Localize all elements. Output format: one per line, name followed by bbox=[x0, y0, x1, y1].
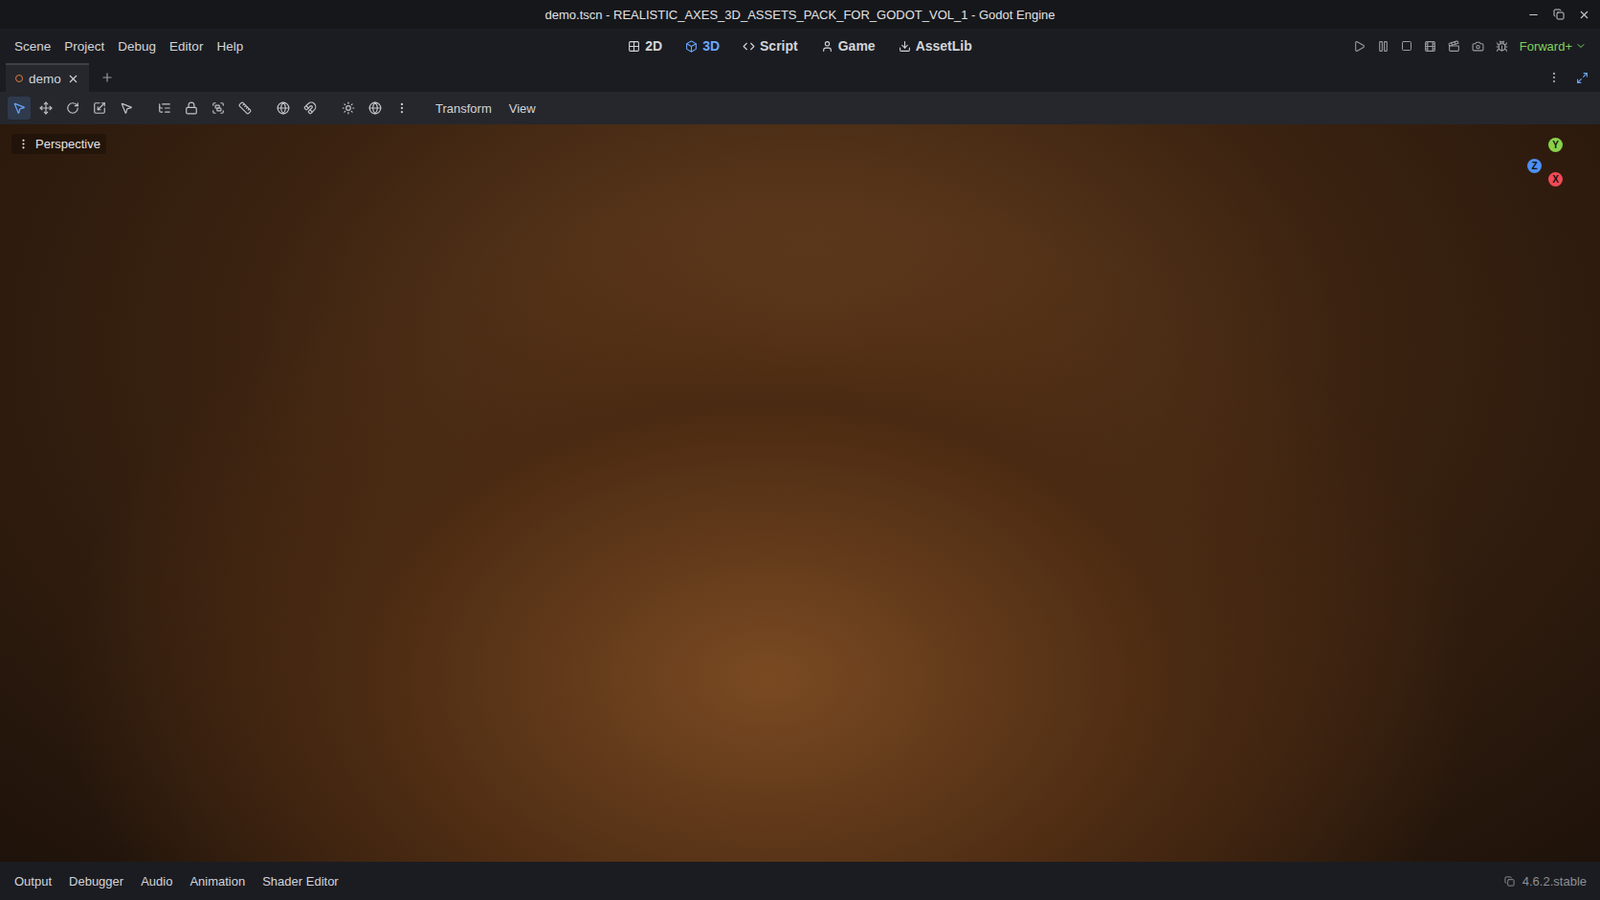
workspace-button[interactable]: 2D bbox=[619, 34, 671, 58]
bottom-tab[interactable]: Output bbox=[5, 870, 61, 893]
window-title: demo.tscn - REALISTIC_AXES_3D_ASSETS_PAC… bbox=[114, 7, 1486, 23]
tool-button[interactable] bbox=[7, 96, 31, 120]
viewport-toolbar: TransformView bbox=[0, 91, 1600, 125]
godot-editor: demo.tscn - REALISTIC_AXES_3D_ASSETS_PAC… bbox=[0, 0, 1600, 900]
tool-button[interactable] bbox=[114, 96, 138, 120]
gizmo-axis[interactable]: Z bbox=[1527, 158, 1542, 174]
menu-item[interactable]: Debug bbox=[111, 35, 163, 58]
scene-tab[interactable]: demo bbox=[5, 63, 89, 92]
toolbar-menu[interactable]: Transform bbox=[428, 97, 499, 120]
select-icon bbox=[12, 101, 26, 115]
3d-viewport[interactable]: Perspective YZX bbox=[0, 124, 1600, 863]
tool-button[interactable] bbox=[390, 96, 414, 120]
workspace-button[interactable]: 3D bbox=[676, 34, 729, 58]
environment-icon bbox=[368, 101, 382, 115]
renderer-select[interactable]: Forward+ bbox=[1519, 39, 1593, 54]
distraction-free-icon[interactable] bbox=[1576, 71, 1589, 85]
restore-icon[interactable] bbox=[1553, 8, 1565, 21]
add-tab-icon[interactable] bbox=[100, 70, 114, 85]
2d-icon bbox=[627, 40, 641, 53]
list-icon bbox=[157, 101, 172, 115]
move-icon bbox=[39, 101, 53, 115]
bottom-tab[interactable]: Shader Editor bbox=[253, 870, 348, 893]
bottom-tab[interactable]: Debugger bbox=[60, 870, 133, 893]
tool-button[interactable] bbox=[179, 96, 203, 120]
chevron-down-icon bbox=[1575, 40, 1587, 52]
bottom-panel: OutputDebuggerAudioAnimationShader Edito… bbox=[0, 862, 1600, 900]
scene-tabs: demo bbox=[0, 63, 1600, 92]
axis-gizmo[interactable]: YZX bbox=[1525, 135, 1587, 198]
gizmo-axis[interactable]: X bbox=[1548, 172, 1563, 187]
play-custom-icon[interactable] bbox=[1471, 40, 1485, 53]
more-icon bbox=[395, 101, 409, 115]
bottom-tab[interactable]: Audio bbox=[132, 870, 181, 893]
local-icon bbox=[276, 101, 290, 115]
scale-icon bbox=[92, 101, 107, 115]
menu-item[interactable]: Project bbox=[57, 35, 112, 58]
minimize-icon[interactable] bbox=[1527, 8, 1540, 22]
tool-button[interactable] bbox=[88, 96, 112, 120]
lock-icon bbox=[184, 101, 199, 115]
stop-icon[interactable] bbox=[1400, 40, 1413, 52]
movie-icon[interactable] bbox=[1423, 40, 1437, 53]
tool-button[interactable] bbox=[34, 96, 58, 120]
menu-item[interactable]: Scene bbox=[7, 35, 58, 58]
scene-icon bbox=[15, 74, 23, 83]
menu-item[interactable]: Editor bbox=[162, 35, 210, 58]
close-icon[interactable] bbox=[1577, 8, 1591, 22]
menu-item[interactable]: Help bbox=[209, 35, 250, 58]
tool-button[interactable] bbox=[61, 96, 85, 120]
assetlib-icon bbox=[898, 40, 912, 53]
more-icon[interactable] bbox=[1547, 70, 1561, 85]
tool-button[interactable] bbox=[233, 96, 257, 120]
tool-button[interactable] bbox=[153, 96, 177, 120]
menu-icon bbox=[17, 137, 30, 151]
perspective-menu[interactable]: Perspective bbox=[11, 133, 107, 155]
close-tab-icon[interactable] bbox=[66, 72, 80, 86]
title-bar: demo.tscn - REALISTIC_AXES_3D_ASSETS_PAC… bbox=[0, 0, 1600, 29]
workspace-button[interactable]: AssetLib bbox=[889, 34, 981, 58]
workspace-button[interactable]: Game bbox=[812, 34, 885, 58]
play-scene-icon[interactable] bbox=[1447, 40, 1461, 53]
tool-button[interactable] bbox=[271, 96, 295, 120]
debug-icon[interactable] bbox=[1495, 40, 1509, 53]
script-icon bbox=[742, 40, 756, 53]
gizmo-axis[interactable]: Y bbox=[1548, 137, 1563, 153]
3d-icon bbox=[685, 40, 698, 53]
ruler-icon bbox=[238, 101, 252, 115]
pointer-icon bbox=[119, 101, 134, 115]
tool-button[interactable] bbox=[206, 96, 230, 120]
workspace-button[interactable]: Script bbox=[733, 34, 807, 58]
copy-icon[interactable] bbox=[1504, 876, 1515, 888]
pause-icon[interactable] bbox=[1377, 40, 1390, 53]
tool-button[interactable] bbox=[363, 96, 387, 120]
snap-icon bbox=[303, 101, 317, 115]
toolbar-menu[interactable]: View bbox=[502, 97, 543, 120]
game-icon bbox=[821, 40, 834, 53]
group-icon bbox=[211, 101, 225, 115]
tool-button[interactable] bbox=[336, 96, 360, 120]
version-label: 4.6.2.stable bbox=[1504, 874, 1595, 889]
sun-icon bbox=[341, 101, 356, 115]
menu-bar: SceneProjectDebugEditorHelp 2D3DScriptGam… bbox=[0, 28, 1600, 64]
rotate-icon bbox=[66, 101, 80, 115]
play-icon[interactable] bbox=[1353, 40, 1366, 53]
bottom-tab[interactable]: Animation bbox=[180, 870, 254, 893]
tool-button[interactable] bbox=[298, 96, 322, 120]
